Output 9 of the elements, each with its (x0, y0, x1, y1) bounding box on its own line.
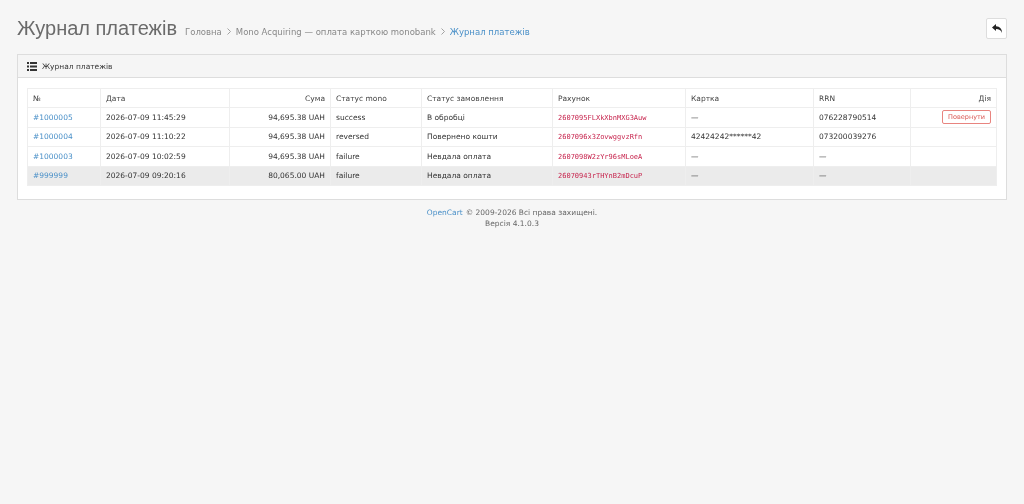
chevron-icon (226, 27, 231, 35)
breadcrumb-link[interactable]: Головна (185, 26, 222, 37)
reply-arrow-icon (990, 22, 1003, 34)
breadcrumb-link[interactable]: Mono Acquiring — оплата карткою monobank (235, 26, 436, 37)
chevron-icon (440, 27, 445, 35)
back-button[interactable] (986, 17, 1007, 39)
page-title: Журнал платежів (17, 16, 177, 40)
list-icon (27, 61, 37, 71)
breadcrumb-link[interactable]: Журнал платежів (449, 26, 530, 37)
